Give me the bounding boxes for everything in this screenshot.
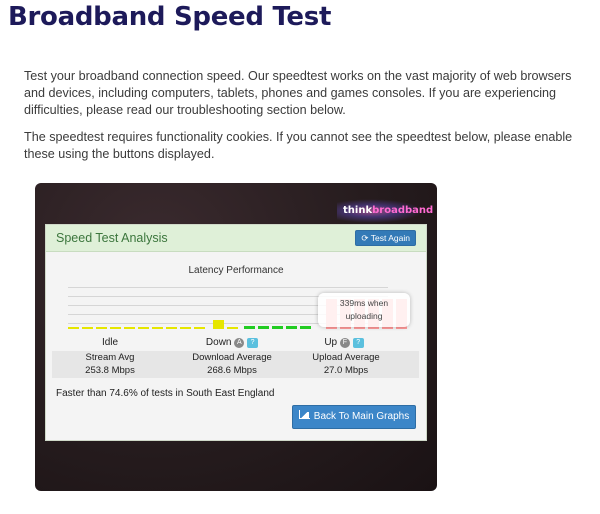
- grade-a-icon: A: [234, 338, 245, 348]
- grade-f-icon: F: [339, 338, 350, 348]
- speed-test-analysis-panel: Speed Test Analysis ⟳ Test Again Latency…: [45, 224, 427, 441]
- idle-label: Idle: [101, 337, 119, 348]
- latency-title: Latency Performance: [188, 265, 284, 276]
- upload-avg-value: 27.0 Mbps: [323, 365, 369, 376]
- latency-labels: Idle Down A ? Up F ?: [46, 337, 426, 351]
- intro-paragraph: Test your broadband connection speed. Ou…: [24, 69, 572, 117]
- idle-bar: [152, 327, 163, 329]
- latency-chart: 339ms when uploading: [68, 287, 413, 329]
- idle-bar: [82, 327, 93, 329]
- down-bar: [244, 326, 255, 329]
- idle-bar: [194, 327, 205, 329]
- stream-avg-value: 253.8 Mbps: [85, 365, 135, 376]
- thinkbroadband-logo: thinkbroadband: [337, 199, 433, 223]
- help-icon[interactable]: ?: [352, 338, 364, 348]
- idle-bar: [180, 327, 191, 329]
- page-title: Broadband Speed Test: [8, 2, 332, 32]
- speed-stats: Stream Avg 253.8 Mbps Download Average 2…: [52, 351, 419, 378]
- back-to-main-graphs-button[interactable]: Back To Main Graphs: [292, 405, 416, 429]
- down-bar: [300, 326, 311, 329]
- gridline: [68, 287, 388, 288]
- stream-avg-label: Stream Avg: [85, 352, 135, 363]
- down-bar: [286, 326, 297, 329]
- idle-bar: [110, 327, 121, 329]
- idle-bar: [138, 327, 149, 329]
- up-label-cell: Up F ?: [288, 337, 400, 348]
- idle-bar: [227, 327, 238, 329]
- help-icon[interactable]: ?: [247, 338, 259, 348]
- ranking-text: Faster than 74.6% of tests in South East…: [56, 388, 275, 399]
- idle-bar: [96, 327, 107, 329]
- down-label-cell: Down A ?: [176, 337, 288, 348]
- refresh-icon: ⟳: [361, 233, 369, 243]
- panel-header: Speed Test Analysis ⟳ Test Again: [46, 225, 426, 252]
- idle-bar: [124, 327, 135, 329]
- down-bar: [272, 326, 283, 329]
- upload-avg-label: Upload Average: [312, 352, 380, 363]
- idle-bar: [213, 320, 224, 329]
- down-bar: [258, 326, 269, 329]
- download-avg-label: Download Average: [192, 352, 272, 363]
- cookie-paragraph: The speedtest requires functionality coo…: [24, 130, 573, 161]
- idle-bar: [68, 327, 79, 329]
- idle-bar: [166, 327, 177, 329]
- latency-badge: 339ms when uploading: [318, 293, 410, 327]
- area-chart-icon: [298, 410, 310, 419]
- panel-title: Speed Test Analysis: [56, 231, 168, 245]
- test-again-button[interactable]: ⟳ Test Again: [355, 230, 416, 246]
- download-avg-value: 268.6 Mbps: [207, 365, 257, 376]
